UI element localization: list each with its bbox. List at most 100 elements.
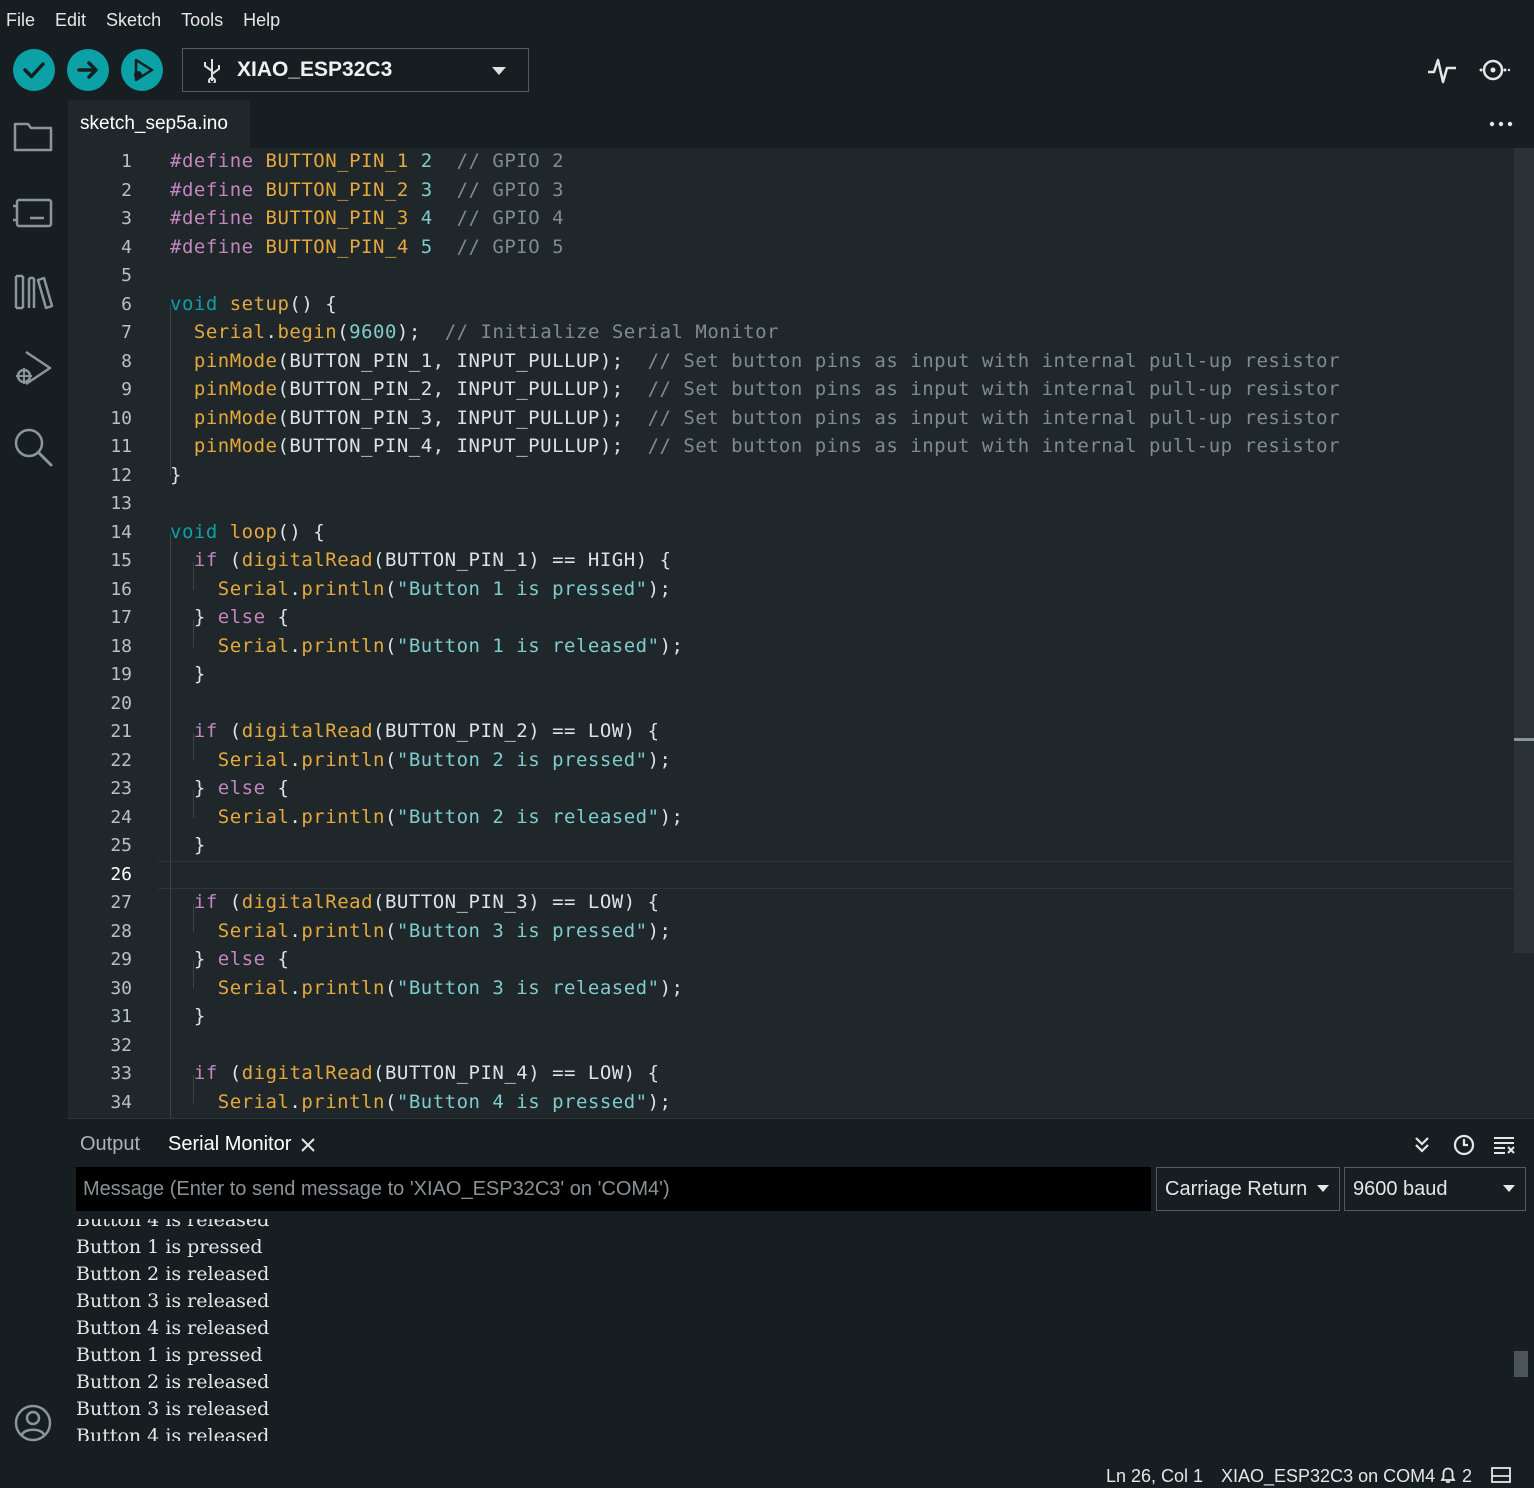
- code-line-12: }: [170, 464, 182, 486]
- menu-edit[interactable]: Edit: [55, 10, 86, 31]
- folder-icon[interactable]: [10, 112, 56, 158]
- serial-monitor-icon[interactable]: [1478, 54, 1510, 86]
- line-number: 10: [110, 408, 132, 429]
- code-line-19: }: [193, 663, 206, 685]
- clear-output-icon[interactable]: [1492, 1133, 1516, 1157]
- serial-line: Button 4 is released: [76, 1219, 270, 1231]
- more-icon[interactable]: [1488, 114, 1514, 134]
- serial-plotter-icon[interactable]: [1426, 54, 1458, 86]
- code-line-11: pinMode(BUTTON_PIN_4, INPUT_PULLUP); // …: [193, 435, 1341, 457]
- verify-button[interactable]: [13, 49, 55, 91]
- line-ending-value: Carriage Return: [1165, 1177, 1308, 1200]
- upload-button[interactable]: [67, 49, 109, 91]
- line-number: 34: [110, 1092, 132, 1113]
- tab-output[interactable]: Output: [80, 1133, 140, 1156]
- debug-icon[interactable]: [10, 346, 56, 392]
- panel-toggle-icon[interactable]: [1490, 1465, 1512, 1485]
- chevron-down-icon: [492, 67, 506, 75]
- baud-rate-select[interactable]: 9600 baud: [1344, 1167, 1526, 1211]
- code-editor[interactable]: 1 2 3 4 5 6 7 8 9 10 11 12 13 14 15 16 17 18 19 20 21 22 23 24 2…: [68, 148, 1534, 1118]
- board-icon[interactable]: [10, 190, 56, 236]
- code-line-29: } else {: [193, 948, 290, 970]
- code-line-24: Serial.println("Button 2 is released");: [217, 806, 684, 828]
- line-number: 8: [121, 351, 132, 372]
- code-line-27: if (digitalRead(BUTTON_PIN_3) == LOW) {: [193, 891, 660, 913]
- bell-icon[interactable]: [1438, 1465, 1458, 1485]
- library-icon[interactable]: [10, 268, 56, 314]
- line-number: 3: [121, 208, 132, 229]
- code-line-21: if (digitalRead(BUTTON_PIN_2) == LOW) {: [193, 720, 660, 742]
- search-icon[interactable]: [10, 424, 56, 470]
- line-number: 26: [110, 864, 132, 885]
- status-bar: Ln 26, Col 1 XIAO_ESP32C3 on COM4 2: [0, 1460, 1534, 1488]
- tab-label: sketch_sep5a.ino: [80, 113, 228, 134]
- chevron-down-icon: [1503, 1185, 1515, 1192]
- board-selector[interactable]: XIAO_ESP32C3: [182, 48, 529, 92]
- autoscroll-icon[interactable]: [1410, 1133, 1434, 1157]
- bottom-panel: Output Serial Monitor Carriage Return 96…: [68, 1118, 1534, 1460]
- menu-tools[interactable]: Tools: [181, 10, 223, 31]
- message-input[interactable]: [76, 1167, 1151, 1211]
- line-number: 28: [110, 921, 132, 942]
- serial-line: Button 3 is released: [76, 1290, 270, 1312]
- menu-bar: File Edit Sketch Tools Help: [0, 0, 1534, 40]
- line-number: 2: [121, 180, 132, 201]
- menu-help[interactable]: Help: [243, 10, 280, 31]
- code-line-3: #define BUTTON_PIN_3 4 // GPIO 4: [170, 207, 565, 229]
- line-number: 6: [121, 294, 132, 315]
- code-line-15: if (digitalRead(BUTTON_PIN_1) == HIGH) {: [193, 549, 672, 571]
- line-ending-select[interactable]: Carriage Return: [1156, 1167, 1340, 1211]
- line-number: 31: [110, 1006, 132, 1027]
- notification-count: 2: [1462, 1466, 1473, 1486]
- code-line-10: pinMode(BUTTON_PIN_3, INPUT_PULLUP); // …: [193, 407, 1341, 429]
- arrow-right-icon: [77, 61, 98, 79]
- line-number: 24: [110, 807, 132, 828]
- line-number: 18: [110, 636, 132, 657]
- toolbar: XIAO_ESP32C3: [0, 40, 1534, 100]
- line-number: 29: [110, 949, 132, 970]
- line-number: 20: [110, 693, 132, 714]
- board-name: XIAO_ESP32C3: [237, 58, 393, 81]
- board-port[interactable]: XIAO_ESP32C3 on COM4: [1221, 1466, 1435, 1487]
- line-number: 22: [110, 750, 132, 771]
- check-icon: [23, 62, 45, 79]
- panel-tabs: Output Serial Monitor: [68, 1119, 1534, 1165]
- scrollbar-marker: [1514, 738, 1534, 741]
- tab-serial-monitor[interactable]: Serial Monitor: [168, 1133, 291, 1156]
- serial-line: Button 4 is released: [76, 1317, 270, 1339]
- account-icon[interactable]: [10, 1400, 56, 1446]
- editor-tab-bar: sketch_sep5a.ino: [68, 100, 1534, 148]
- timestamp-icon[interactable]: [1452, 1133, 1476, 1157]
- code-line-1: #define BUTTON_PIN_1 2 // GPIO 2: [170, 150, 565, 172]
- code-line-4: #define BUTTON_PIN_4 5 // GPIO 5: [170, 236, 565, 258]
- line-number: 15: [110, 550, 132, 571]
- serial-scrollbar[interactable]: [1514, 1351, 1528, 1377]
- close-icon[interactable]: [300, 1137, 316, 1153]
- menu-sketch[interactable]: Sketch: [106, 10, 161, 31]
- serial-line: Button 3 is released: [76, 1398, 270, 1420]
- line-number: 4: [121, 237, 132, 258]
- chevron-down-icon: [1317, 1185, 1329, 1192]
- line-number: 13: [110, 493, 132, 514]
- code-line-14: void loop() {: [170, 521, 326, 543]
- line-number: 17: [110, 607, 132, 628]
- code-line-28: Serial.println("Button 3 is pressed");: [217, 920, 672, 942]
- line-number: 27: [110, 892, 132, 913]
- line-number: 33: [110, 1063, 132, 1084]
- line-number: 23: [110, 778, 132, 799]
- code-line-22: Serial.println("Button 2 is pressed");: [217, 749, 672, 771]
- line-number: 19: [110, 664, 132, 685]
- cursor-position[interactable]: Ln 26, Col 1: [1106, 1466, 1203, 1487]
- menu-file[interactable]: File: [6, 10, 35, 31]
- serial-line: Button 2 is released: [76, 1371, 270, 1393]
- debug-button[interactable]: [121, 49, 163, 91]
- line-number: 12: [110, 465, 132, 486]
- serial-line: Button 4 is released: [76, 1425, 270, 1441]
- usb-icon: [204, 59, 220, 83]
- editor-scrollbar[interactable]: [1514, 148, 1534, 953]
- line-number: 7: [121, 322, 132, 343]
- code-line-2: #define BUTTON_PIN_2 3 // GPIO 3: [170, 179, 565, 201]
- sidebar: [0, 100, 68, 1460]
- serial-output[interactable]: Button 4 is released Button 1 is pressed…: [68, 1219, 1514, 1441]
- tab-sketch[interactable]: sketch_sep5a.ino: [68, 100, 250, 148]
